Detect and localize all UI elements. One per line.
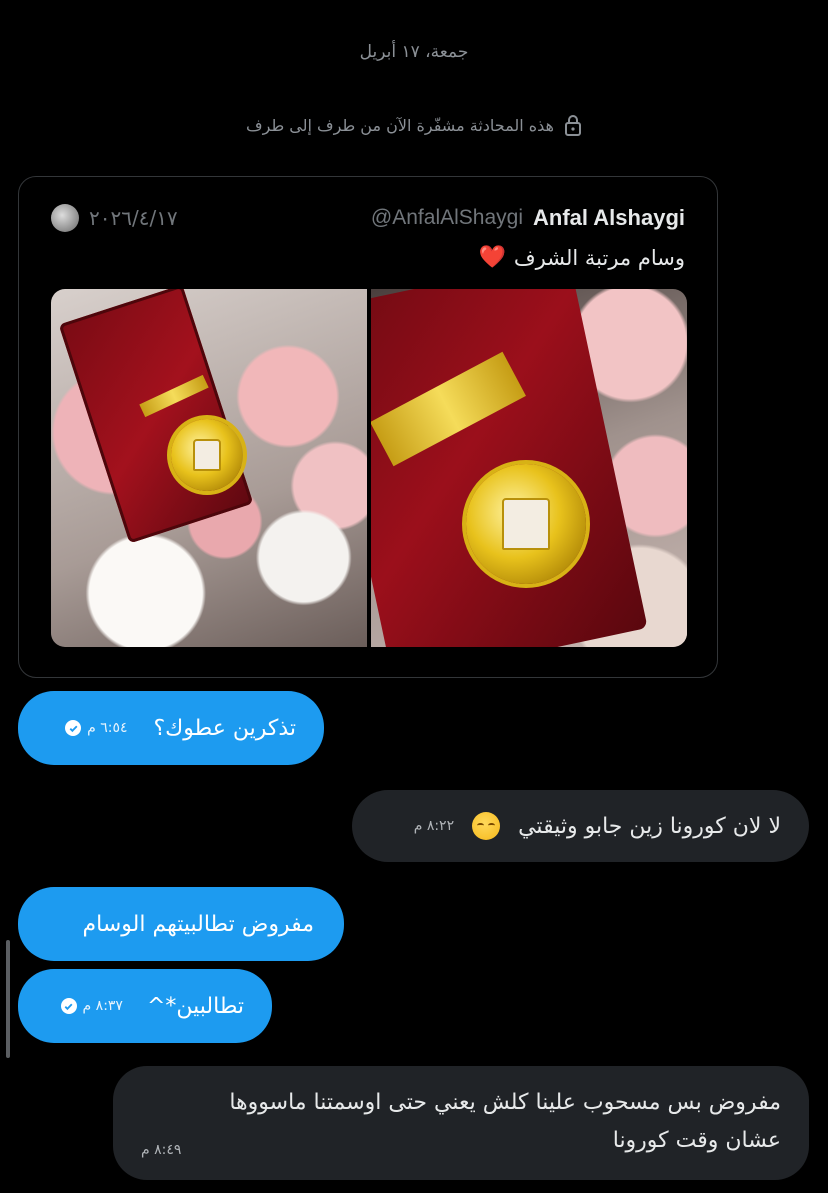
message-bubble[interactable]: لا لان كورونا زين جابو وثيقتي ٨:٢٢ م xyxy=(352,790,809,862)
date-separator: جمعة، ١٧ أبريل xyxy=(359,42,469,62)
shared-tweet-card[interactable]: Anfal Alshaygi @AnfalAlShaygi ٢٠٢٦/٤/١٧ … xyxy=(18,176,718,678)
message-bubble[interactable]: مفروض تطالبيتهم الوسام xyxy=(18,887,344,961)
message-text: مفروض تطالبيتهم الوسام xyxy=(82,911,314,937)
message-time: ٨:٣٧ م xyxy=(82,998,123,1014)
tweet-author-name[interactable]: Anfal Alshaygi xyxy=(533,205,685,231)
message-text-line: عشان وقت كورونا xyxy=(612,1128,781,1153)
message-time: ٨:٢٢ م xyxy=(413,818,455,834)
message-time: ٦:٥٤ م xyxy=(87,720,128,736)
gold-medal xyxy=(171,419,243,491)
medal-plate xyxy=(192,439,222,471)
message-meta: ٦:٥٤ م xyxy=(65,720,128,736)
message-text-line: مفروض بس مسحوب علينا كلش يعني حتى اوسمتن… xyxy=(229,1090,781,1115)
pensive-face-icon xyxy=(472,812,501,840)
tweet-photos xyxy=(51,289,687,647)
scrollbar-thumb[interactable] xyxy=(6,940,10,1058)
medal-closeup-photo[interactable] xyxy=(371,289,687,647)
message-meta: ٨:٢٢ م xyxy=(414,818,454,834)
encryption-notice: هذه المحادثة مشفّرة الآن من طرف إلى طرف xyxy=(0,114,828,136)
message-time: ٨:٤٩ م xyxy=(141,1142,182,1158)
message-text: لا لان كورونا زين جابو وثيقتي xyxy=(518,813,781,839)
gold-medal xyxy=(466,464,586,584)
heart-icon: ❤️ xyxy=(478,245,506,270)
tweet-author-avatar[interactable] xyxy=(51,204,79,232)
message-bubble[interactable]: تطالبين*^ ٨:٣٧ م xyxy=(18,969,272,1043)
message-text: تطالبين*^ xyxy=(146,993,244,1019)
read-check-icon xyxy=(65,720,82,736)
message-bubble[interactable]: تذكرين عطوك؟ ٦:٥٤ م xyxy=(18,691,324,765)
tweet-text-body: وسام مرتبة الشرف xyxy=(513,245,685,270)
message-meta: ٨:٣٧ م xyxy=(60,998,123,1014)
encryption-notice-text: هذه المحادثة مشفّرة الآن من طرف إلى طرف xyxy=(246,115,554,135)
tweet-header: Anfal Alshaygi @AnfalAlShaygi ٢٠٢٦/٤/١٧ xyxy=(51,203,685,233)
message-meta: ٨:٤٩ م xyxy=(141,1142,181,1158)
message-text: تذكرين عطوك؟ xyxy=(153,715,297,741)
message-bubble[interactable]: مفروض بس مسحوب علينا كلش يعني حتى اوسمتن… xyxy=(113,1066,809,1180)
read-check-icon xyxy=(60,998,77,1014)
lock-icon xyxy=(564,114,582,136)
tweet-author-handle[interactable]: @AnfalAlShaygi xyxy=(371,206,523,230)
tweet-date: ٢٠٢٦/٤/١٧ xyxy=(89,206,178,230)
tweet-text: وسام مرتبة الشرف ❤️ xyxy=(479,245,686,270)
medal-plate xyxy=(502,497,550,551)
medal-box-with-roses-photo[interactable] xyxy=(51,289,367,647)
red-box-shape xyxy=(58,289,254,544)
